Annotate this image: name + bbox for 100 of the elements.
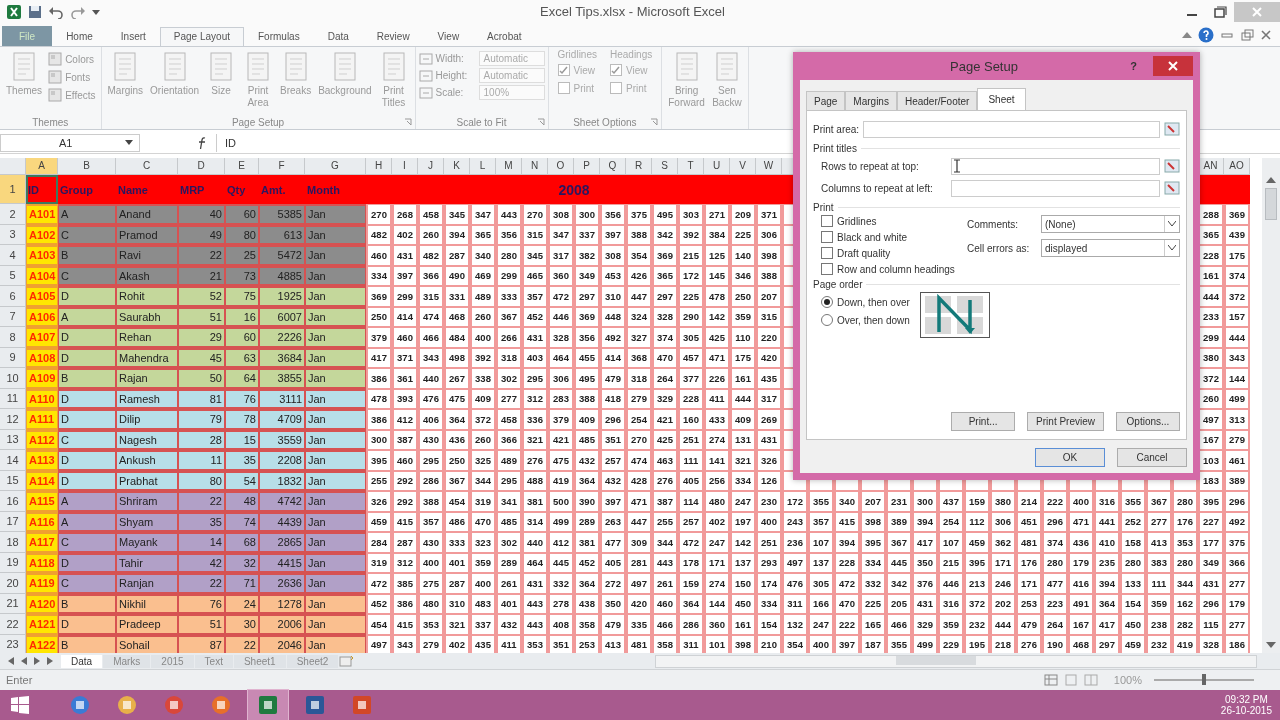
column-header[interactable]: F bbox=[259, 158, 305, 175]
row-header[interactable]: 4 bbox=[0, 245, 26, 266]
row-header[interactable]: 11 bbox=[0, 388, 26, 409]
row-header[interactable]: 14 bbox=[0, 450, 26, 471]
dialog-button[interactable]: Print Preview bbox=[1027, 412, 1104, 431]
close-icon[interactable] bbox=[1153, 56, 1193, 76]
row-header[interactable]: 5 bbox=[0, 265, 26, 286]
column-header[interactable]: R bbox=[626, 158, 652, 175]
column-header[interactable]: V bbox=[730, 158, 756, 175]
column-header[interactable]: W bbox=[756, 158, 782, 175]
scroll-up-icon[interactable] bbox=[1266, 176, 1276, 184]
redo-icon[interactable] bbox=[70, 5, 86, 19]
column-header[interactable]: O bbox=[548, 158, 574, 175]
help-icon[interactable] bbox=[1198, 27, 1214, 43]
column-header[interactable]: L bbox=[470, 158, 496, 175]
column-header[interactable]: P bbox=[574, 158, 600, 175]
row-header[interactable]: 12 bbox=[0, 409, 26, 430]
dialog-tab[interactable]: Header/Footer bbox=[896, 91, 978, 110]
start-icon[interactable] bbox=[10, 695, 30, 715]
dialog-launcher-icon[interactable] bbox=[650, 118, 659, 126]
row-header[interactable]: 8 bbox=[0, 327, 26, 348]
row-header[interactable]: 21 bbox=[0, 593, 26, 614]
dialog-button[interactable]: Options... bbox=[1116, 412, 1180, 431]
row-header[interactable]: 15 bbox=[0, 470, 26, 491]
dropdown-caret-icon[interactable] bbox=[92, 8, 100, 16]
checkbox[interactable]: Draft quality bbox=[821, 247, 967, 259]
help-button[interactable]: ? bbox=[1124, 59, 1143, 73]
checkbox[interactable]: Black and white bbox=[821, 231, 967, 243]
collapse-dialog-icon[interactable] bbox=[1164, 181, 1180, 195]
dialog-launcher-icon[interactable] bbox=[403, 118, 412, 126]
scroll-thumb[interactable] bbox=[1265, 188, 1277, 220]
row-header[interactable]: 13 bbox=[0, 429, 26, 450]
row-header[interactable]: 10 bbox=[0, 368, 26, 389]
dialog-button[interactable]: Cancel bbox=[1117, 448, 1187, 467]
horizontal-scrollbar[interactable] bbox=[655, 654, 1258, 668]
column-header[interactable]: M bbox=[496, 158, 522, 175]
ribbon-tab[interactable]: View bbox=[423, 27, 474, 46]
new-sheet-icon[interactable] bbox=[339, 655, 356, 667]
scroll-thumb[interactable] bbox=[896, 655, 977, 665]
ribbon-tab[interactable]: Page Layout bbox=[159, 27, 244, 46]
column-header[interactable]: C bbox=[116, 158, 178, 175]
ribbon-tab[interactable]: Insert bbox=[106, 27, 160, 46]
column-header[interactable]: U bbox=[704, 158, 730, 175]
zoom-slider[interactable] bbox=[1202, 674, 1206, 685]
column-header[interactable]: B bbox=[58, 158, 116, 175]
column-header[interactable]: Q bbox=[600, 158, 626, 175]
dialog-button[interactable]: Print... bbox=[951, 412, 1016, 431]
dropdown[interactable]: displayed bbox=[1041, 239, 1180, 257]
ribbon-tab[interactable]: Home bbox=[52, 27, 107, 46]
row-header[interactable]: 1 bbox=[0, 175, 26, 204]
column-header[interactable]: AN bbox=[1198, 158, 1224, 175]
row-header[interactable]: 20 bbox=[0, 573, 26, 594]
column-header[interactable]: D bbox=[178, 158, 225, 175]
column-header[interactable]: I bbox=[392, 158, 418, 175]
row-header[interactable]: 6 bbox=[0, 286, 26, 307]
input-field[interactable] bbox=[863, 120, 1160, 138]
close-icon[interactable] bbox=[1260, 29, 1272, 41]
ribbon-collapse-icon[interactable] bbox=[1182, 31, 1192, 39]
radio-button[interactable]: Over, then down bbox=[821, 314, 910, 326]
save-icon[interactable] bbox=[28, 5, 42, 19]
dialog-tab[interactable]: Page bbox=[806, 91, 846, 110]
column-header[interactable]: G bbox=[305, 158, 366, 175]
vertical-scrollbar[interactable] bbox=[1262, 158, 1280, 653]
column-header[interactable]: H bbox=[366, 158, 392, 175]
workbook-tab[interactable]: Data bbox=[61, 654, 103, 668]
column-header[interactable]: K bbox=[444, 158, 470, 175]
column-header[interactable]: AO bbox=[1224, 158, 1250, 175]
column-header[interactable]: E bbox=[225, 158, 259, 175]
normal-view-icon[interactable] bbox=[1043, 674, 1058, 686]
row-header[interactable]: 18 bbox=[0, 532, 26, 553]
collapse-dialog-icon[interactable] bbox=[1164, 122, 1180, 136]
row-header[interactable]: 7 bbox=[0, 306, 26, 327]
row-header[interactable]: 16 bbox=[0, 491, 26, 512]
spreadsheet-logo-icon[interactable] bbox=[6, 4, 22, 20]
scroll-down-icon[interactable] bbox=[1266, 641, 1276, 649]
dropdown[interactable]: (None) bbox=[1041, 215, 1180, 233]
row-header[interactable]: 2 bbox=[0, 204, 26, 225]
undo-icon[interactable] bbox=[48, 5, 64, 19]
collapse-dialog-icon[interactable] bbox=[1164, 159, 1180, 173]
dialog-button[interactable]: OK bbox=[1035, 448, 1105, 467]
column-header[interactable]: T bbox=[678, 158, 704, 175]
name-box[interactable]: A1 bbox=[0, 134, 140, 152]
row-header[interactable]: 3 bbox=[0, 224, 26, 245]
dialog-tab[interactable]: Sheet bbox=[977, 88, 1026, 110]
dialog-tab[interactable]: Margins bbox=[845, 91, 897, 110]
checkbox[interactable]: Gridlines bbox=[821, 215, 967, 227]
ribbon-tab[interactable]: Data bbox=[313, 27, 363, 46]
input-field[interactable] bbox=[951, 179, 1160, 197]
restore-icon[interactable] bbox=[1240, 29, 1254, 41]
ribbon-tab[interactable]: Acrobat bbox=[473, 27, 536, 46]
row-header[interactable]: 19 bbox=[0, 552, 26, 573]
column-header[interactable]: A bbox=[26, 158, 58, 175]
dialog-launcher-icon[interactable] bbox=[536, 118, 545, 126]
row-header[interactable]: 22 bbox=[0, 614, 26, 635]
column-header[interactable]: N bbox=[522, 158, 548, 175]
ribbon-tab[interactable]: Formulas bbox=[244, 27, 314, 46]
row-header[interactable]: 9 bbox=[0, 347, 26, 368]
row-header[interactable]: 17 bbox=[0, 511, 26, 532]
checkbox[interactable]: Row and column headings bbox=[821, 263, 967, 275]
input-field[interactable] bbox=[951, 157, 1160, 175]
